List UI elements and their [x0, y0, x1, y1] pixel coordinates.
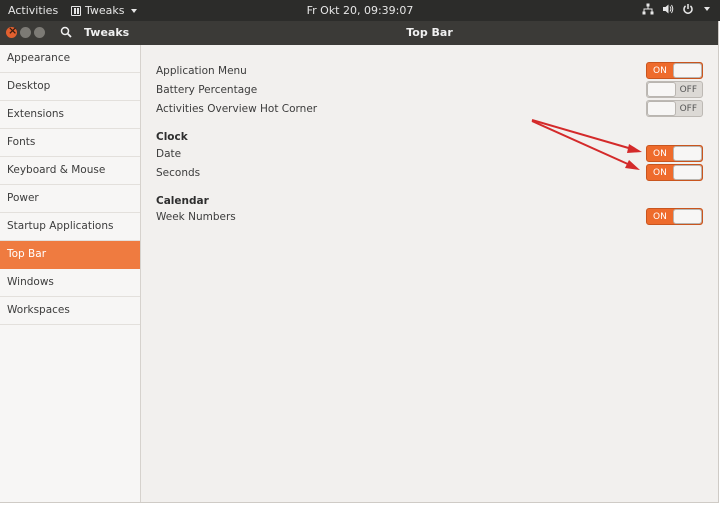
arrow-to-date-switch	[531, 119, 642, 153]
arrow-to-seconds-switch	[531, 120, 640, 170]
annotation-arrows	[531, 119, 642, 170]
